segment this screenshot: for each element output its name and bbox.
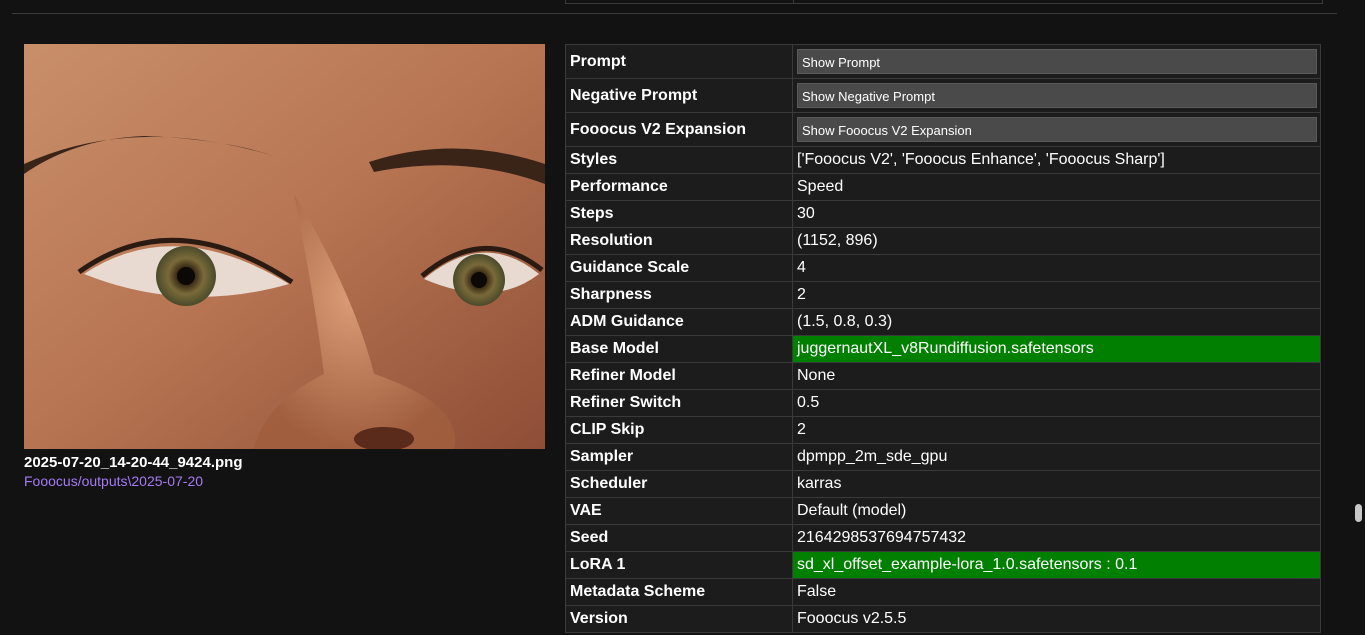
metadata-value: Default (model) [792, 497, 1321, 525]
metadata-key: LoRA 1 [565, 551, 793, 579]
metadata-row: Negative Prompt Show Negative Prompt [565, 78, 1321, 113]
previous-table-stub [565, 0, 1323, 4]
metadata-key: VAE [565, 497, 793, 525]
metadata-value: 30 [792, 200, 1321, 228]
metadata-key: CLIP Skip [565, 416, 793, 444]
metadata-row: Styles ['Fooocus V2', 'Fooocus Enhance', … [565, 146, 1321, 174]
metadata-value: Show Prompt [792, 44, 1321, 79]
metadata-key: Refiner Model [565, 362, 793, 390]
metadata-row: Refiner Model None [565, 362, 1321, 390]
show-button[interactable]: Show Fooocus V2 Expansion [797, 117, 1317, 142]
metadata-key: Resolution [565, 227, 793, 255]
metadata-key: Fooocus V2 Expansion [565, 112, 793, 147]
metadata-key: Version [565, 605, 793, 633]
metadata-row: Metadata Scheme False [565, 578, 1321, 606]
metadata-row: Prompt Show Prompt [565, 44, 1321, 79]
metadata-key: Sharpness [565, 281, 793, 309]
metadata-value: None [792, 362, 1321, 390]
metadata-key: Seed [565, 524, 793, 552]
metadata-value: 2164298537694757432 [792, 524, 1321, 552]
metadata-value: juggernautXL_v8Rundiffusion.safetensors [792, 335, 1321, 363]
metadata-key: Base Model [565, 335, 793, 363]
image-path-link[interactable]: Fooocus/outputs\2025-07-20 [24, 473, 203, 489]
metadata-key: ADM Guidance [565, 308, 793, 336]
metadata-row: Steps 30 [565, 200, 1321, 228]
page: 2025-07-20_14-20-44_9424.png Fooocus/out… [0, 0, 1365, 635]
metadata-row: ADM Guidance (1.5, 0.8, 0.3) [565, 308, 1321, 336]
metadata-value: Show Negative Prompt [792, 78, 1321, 113]
metadata-row: Guidance Scale 4 [565, 254, 1321, 282]
metadata-row: Performance Speed [565, 173, 1321, 201]
scrollbar-thumb[interactable] [1355, 504, 1362, 522]
metadata-row: Scheduler karras [565, 470, 1321, 498]
metadata-value: 2 [792, 416, 1321, 444]
image-filename: 2025-07-20_14-20-44_9424.png [24, 454, 243, 471]
metadata-key: Guidance Scale [565, 254, 793, 282]
metadata-row: LoRA 1 sd_xl_offset_example-lora_1.0.safe… [565, 551, 1321, 579]
metadata-key: Performance [565, 173, 793, 201]
metadata-value: dpmpp_2m_sde_gpu [792, 443, 1321, 471]
metadata-row: CLIP Skip 2 [565, 416, 1321, 444]
metadata-value: sd_xl_offset_example-lora_1.0.safetensor… [792, 551, 1321, 579]
metadata-value: Fooocus v2.5.5 [792, 605, 1321, 633]
metadata-table: Prompt Show Prompt Negative Prompt Show Neg… [565, 44, 1321, 633]
metadata-row: Resolution (1152, 896) [565, 227, 1321, 255]
metadata-value: karras [792, 470, 1321, 498]
metadata-row: Sampler dpmpp_2m_sde_gpu [565, 443, 1321, 471]
metadata-value: (1152, 896) [792, 227, 1321, 255]
metadata-key: Negative Prompt [565, 78, 793, 113]
metadata-key: Scheduler [565, 470, 793, 498]
generated-image[interactable] [24, 44, 545, 449]
metadata-value: 0.5 [792, 389, 1321, 417]
metadata-row: Base Model juggernautXL_v8Rundiffusion.sa… [565, 335, 1321, 363]
metadata-row: VAE Default (model) [565, 497, 1321, 525]
metadata-row: Refiner Switch 0.5 [565, 389, 1321, 417]
metadata-value: 4 [792, 254, 1321, 282]
metadata-value: Speed [792, 173, 1321, 201]
metadata-key: Styles [565, 146, 793, 174]
page-scrollbar[interactable] [1350, 0, 1365, 635]
metadata-value: False [792, 578, 1321, 606]
metadata-key: Sampler [565, 443, 793, 471]
metadata-value: Show Fooocus V2 Expansion [792, 112, 1321, 147]
metadata-key: Metadata Scheme [565, 578, 793, 606]
metadata-row: Seed 2164298537694757432 [565, 524, 1321, 552]
metadata-row: Fooocus V2 Expansion Show Fooocus V2 Expa… [565, 112, 1321, 147]
metadata-value: 2 [792, 281, 1321, 309]
show-button[interactable]: Show Prompt [797, 49, 1317, 74]
metadata-value: ['Fooocus V2', 'Fooocus Enhance', 'Foooc… [792, 146, 1321, 174]
show-button[interactable]: Show Negative Prompt [797, 83, 1317, 108]
metadata-key: Prompt [565, 44, 793, 79]
metadata-key: Steps [565, 200, 793, 228]
metadata-value: (1.5, 0.8, 0.3) [792, 308, 1321, 336]
metadata-key: Refiner Switch [565, 389, 793, 417]
divider [12, 13, 1337, 14]
metadata-row: Sharpness 2 [565, 281, 1321, 309]
metadata-row: Version Fooocus v2.5.5 [565, 605, 1321, 633]
